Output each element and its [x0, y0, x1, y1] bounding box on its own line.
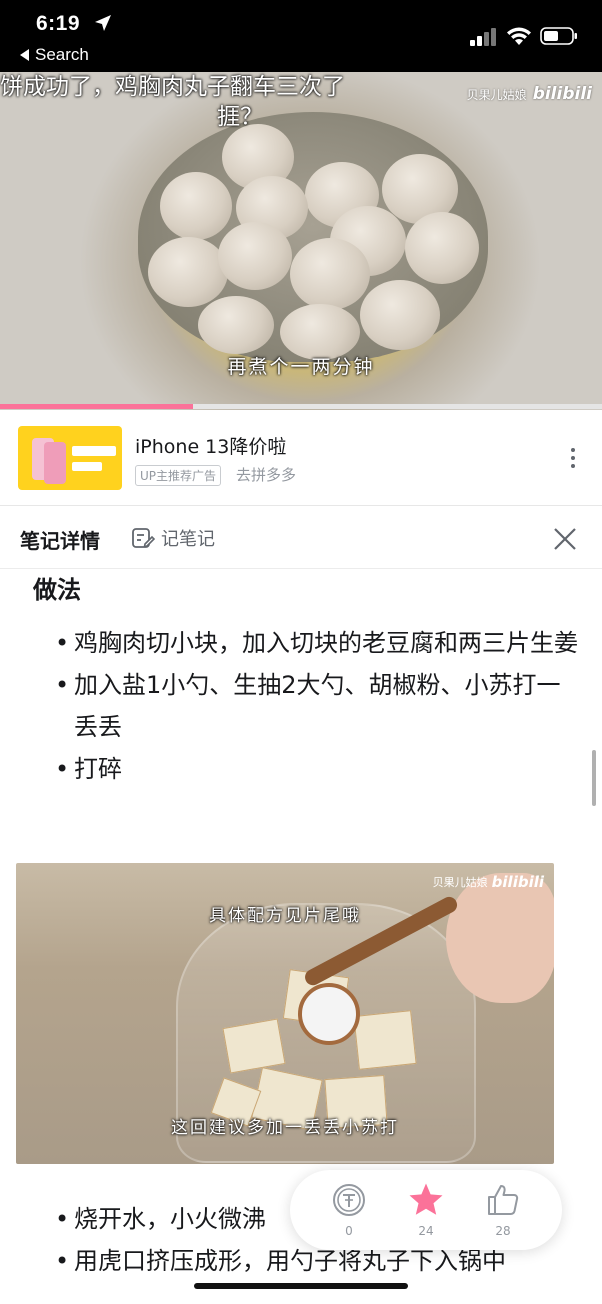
- ad-subtitle: 去拼多多: [236, 466, 297, 484]
- note-image-caption-bottom: 这回建议多加一丢丢小苏打: [171, 1118, 399, 1138]
- video-player[interactable]: 饼成功了，鸡胸肉丸子翻车三次了 捱？ 贝果儿姑娘 bilibili 再煮个一两分…: [0, 72, 602, 410]
- watermark-author: 贝果儿姑娘: [466, 87, 527, 102]
- note-image-hand: [446, 873, 554, 1003]
- video-progress-bar[interactable]: [0, 404, 602, 409]
- location-arrow-icon: [95, 15, 111, 31]
- video-subtitle: 再煮个一两分钟: [227, 356, 375, 378]
- video-frame-meatball: [160, 172, 232, 240]
- note-header: 笔记详情 记笔记: [0, 507, 602, 569]
- like-count: 28: [495, 1224, 511, 1238]
- video-frame-meatball: [290, 238, 370, 310]
- write-note-label: 记笔记: [161, 529, 215, 550]
- ad-badge: UP主推荐广告: [135, 465, 222, 486]
- like-button[interactable]: 28: [473, 1182, 533, 1238]
- step-item: 打碎: [55, 748, 580, 790]
- status-bar: 6:19 Search: [0, 0, 602, 72]
- video-frame-meatball: [360, 280, 440, 350]
- ad-thumbnail-tag: [72, 462, 102, 471]
- video-frame-meatball: [148, 237, 228, 307]
- note-image-spoon-bowl: [298, 983, 360, 1045]
- note-image-tofu: [353, 1010, 417, 1070]
- note-detail-title: 笔记详情: [20, 529, 100, 553]
- wifi-icon: [507, 27, 531, 45]
- coin-count: 0: [345, 1224, 353, 1238]
- coin-button[interactable]: 0: [319, 1182, 379, 1238]
- step-item: 加入盐1小勺、生抽2大勺、胡椒粉、小苏打一丢丢: [55, 664, 580, 748]
- action-bar: 0 24 28: [290, 1170, 562, 1250]
- status-time: 6:19: [36, 12, 81, 35]
- scrollbar[interactable]: [592, 750, 596, 806]
- video-frame-meatball: [405, 212, 479, 284]
- video-watermark: 贝果儿姑娘 bilibili: [467, 84, 592, 104]
- video-frame-meatball: [198, 296, 274, 354]
- steps-list: 鸡胸肉切小块，加入切块的老豆腐和两三片生姜 加入盐1小勺、生抽2大勺、胡椒粉、小…: [55, 622, 580, 790]
- bilibili-logo: bilibili: [491, 873, 544, 891]
- bilibili-logo: bilibili: [532, 84, 592, 104]
- favorite-count: 24: [418, 1224, 434, 1238]
- more-options-icon[interactable]: [566, 448, 580, 472]
- back-label: Search: [35, 45, 89, 64]
- back-arrow-icon: [20, 49, 29, 61]
- note-image-tofu: [222, 1018, 286, 1074]
- ad-thumbnail: [18, 426, 122, 490]
- ad-thumbnail-tag: [72, 446, 116, 456]
- section-heading: 做法: [33, 576, 81, 604]
- ad-banner[interactable]: iPhone 13降价啦 UP主推荐广告 去拼多多: [0, 410, 602, 506]
- video-progress-fill: [0, 404, 193, 409]
- video-title-line2: 捱？: [217, 104, 263, 130]
- note-image[interactable]: 具体配方见片尾哦 这回建议多加一丢丢小苏打 贝果儿姑娘 bilibili: [16, 863, 554, 1164]
- note-image-watermark: 贝果儿姑娘 bilibili: [433, 873, 544, 891]
- ad-title: iPhone 13降价啦: [135, 436, 287, 458]
- favorite-button[interactable]: 24: [396, 1182, 456, 1238]
- video-frame-meatball: [218, 222, 292, 290]
- video-title-line1: 饼成功了，鸡胸肉丸子翻车三次了: [0, 74, 345, 100]
- write-note-icon: [132, 528, 155, 548]
- battery-icon: [540, 27, 577, 45]
- ad-thumbnail-phone: [44, 442, 66, 484]
- step-item: 鸡胸肉切小块，加入切块的老豆腐和两三片生姜: [55, 622, 580, 664]
- close-icon[interactable]: [551, 525, 579, 553]
- cellular-signal-icon: [470, 28, 496, 46]
- write-note-button[interactable]: 记笔记: [131, 525, 215, 551]
- thumbs-up-icon: [488, 1185, 519, 1215]
- video-title: 饼成功了，鸡胸肉丸子翻车三次了 捱？: [0, 72, 430, 132]
- back-to-search-button[interactable]: Search: [20, 45, 89, 65]
- star-icon: [409, 1183, 443, 1215]
- watermark-author: 贝果儿姑娘: [432, 876, 488, 889]
- note-image-caption-top: 具体配方见片尾哦: [209, 906, 361, 926]
- coin-icon: [333, 1184, 365, 1216]
- home-indicator[interactable]: [194, 1283, 408, 1289]
